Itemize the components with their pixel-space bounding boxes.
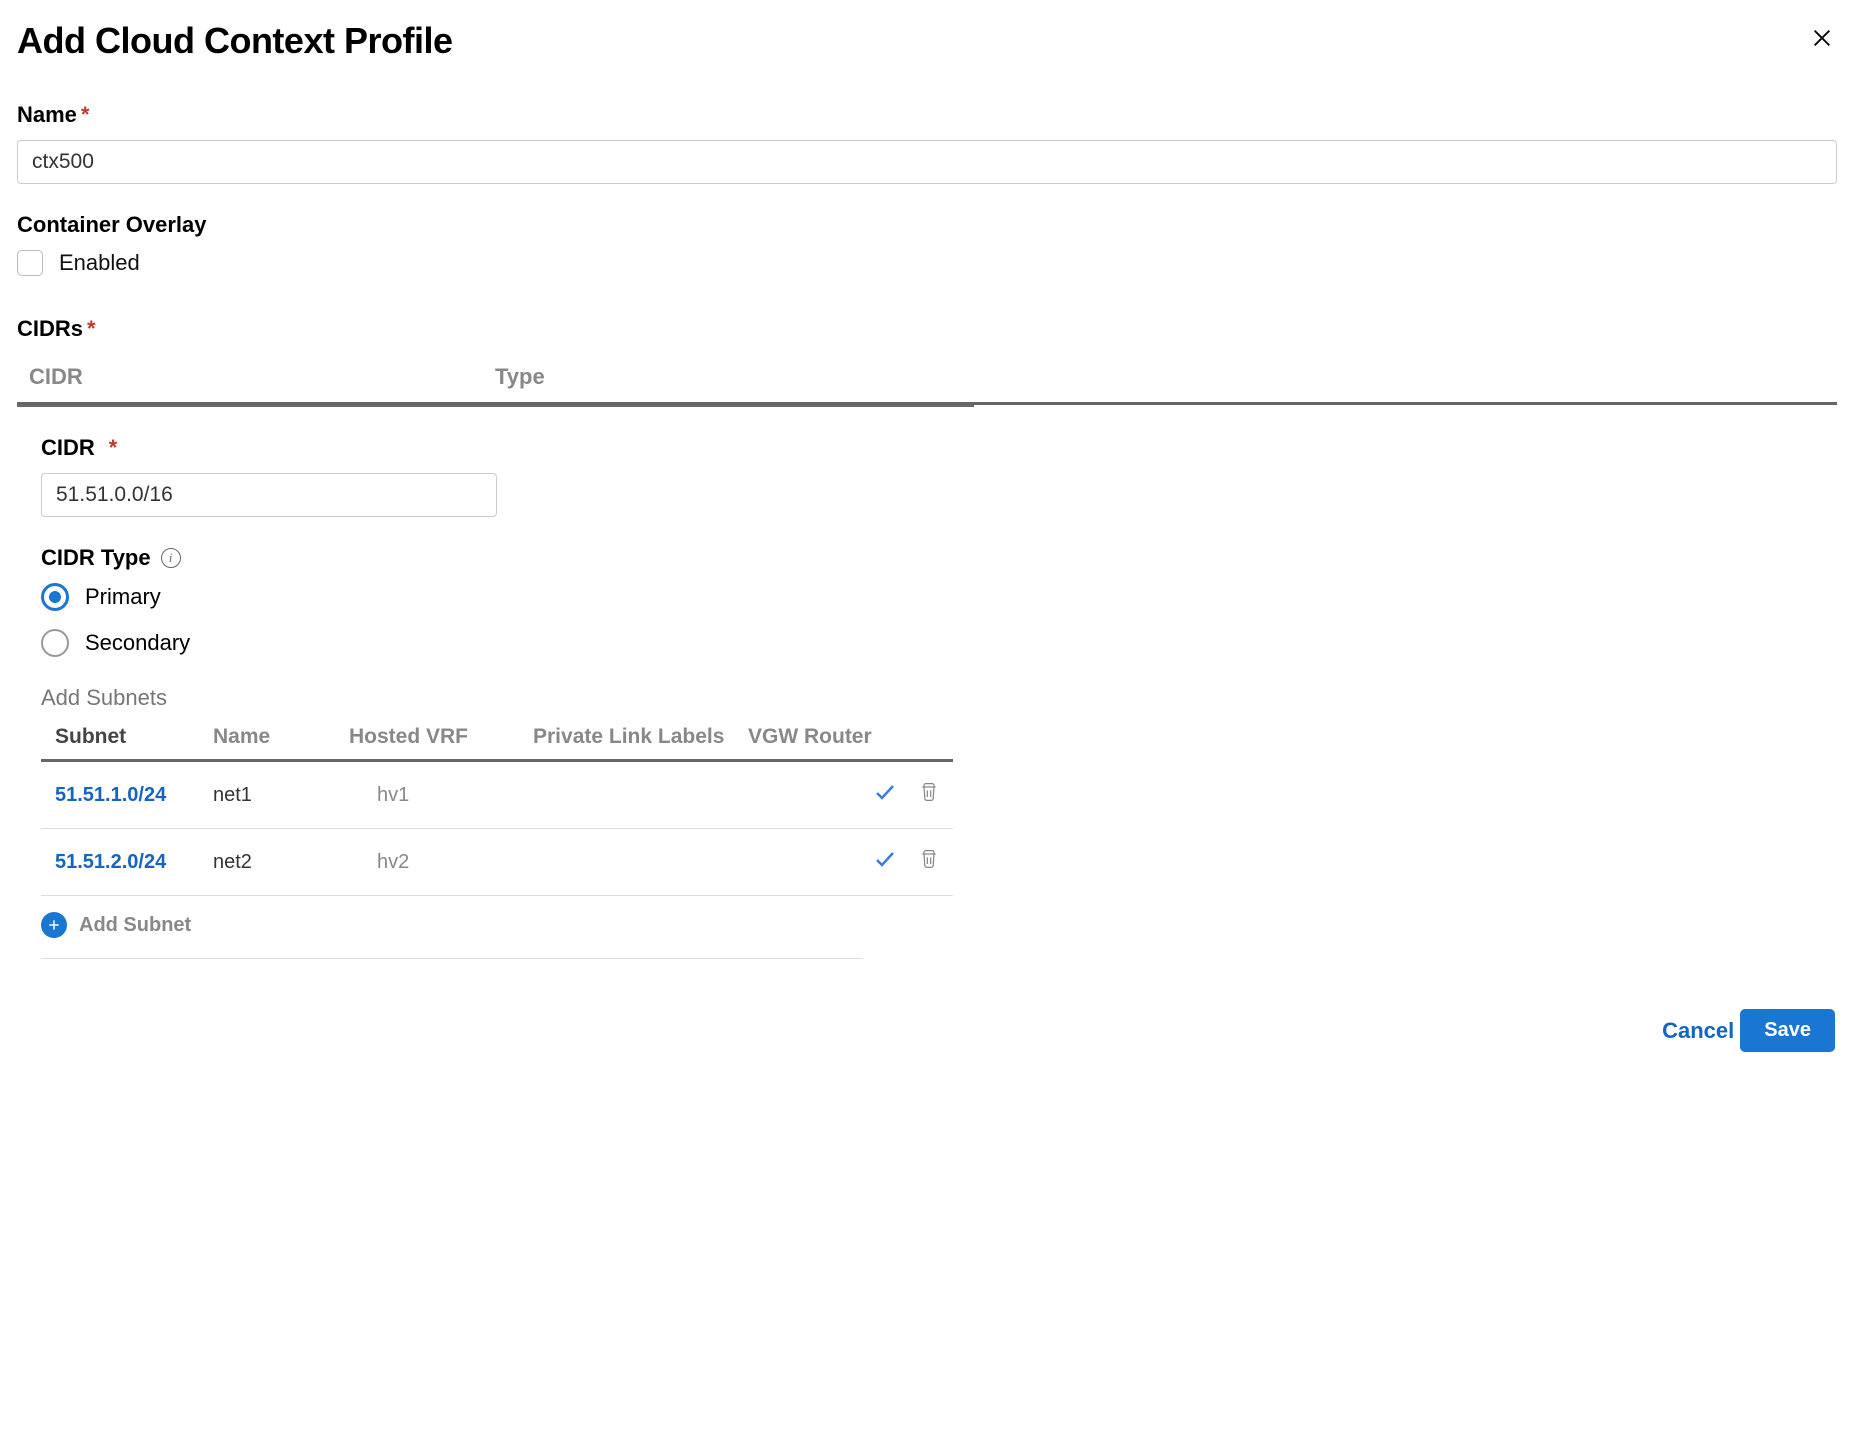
cidr-type-group: CIDR Type i Primary Secondary: [41, 545, 1837, 657]
col-vgw: VGW Router: [748, 725, 939, 749]
name-group: Name*: [17, 102, 1837, 184]
row-actions: [873, 847, 939, 877]
enabled-checkbox[interactable]: [17, 250, 43, 276]
dialog-footer: Cancel Save: [17, 1009, 1837, 1052]
radio-primary-label: Primary: [85, 584, 161, 610]
subnet-name-cell: net1: [213, 784, 349, 807]
subnet-name-cell: net2: [213, 851, 349, 874]
cidr-input[interactable]: [41, 473, 497, 517]
info-icon[interactable]: i: [161, 548, 181, 568]
container-overlay-group: Container Overlay Enabled: [17, 212, 1837, 276]
required-marker: *: [109, 435, 118, 461]
add-subnets-title: Add Subnets: [41, 685, 1837, 711]
cidrs-section: CIDRs* CIDR Type CIDR* CIDR Type i Prima…: [17, 316, 1837, 959]
subnet-vrf-cell: hv1: [349, 784, 533, 807]
cidrs-header-row: CIDR Type: [17, 354, 1837, 405]
cidr-field-label-text: CIDR: [41, 435, 95, 461]
radio-primary[interactable]: [41, 583, 69, 611]
row-actions: [873, 780, 939, 810]
cidr-details: CIDR * CIDR Type i Primary Secondary Add …: [17, 407, 1837, 959]
dialog-header: Add Cloud Context Profile: [17, 20, 1837, 62]
cidr-input-group: CIDR *: [41, 435, 1837, 517]
table-row: 51.51.2.0/24 net2 hv2: [41, 829, 953, 896]
enabled-label: Enabled: [59, 250, 140, 276]
radio-primary-row[interactable]: Primary: [41, 583, 1837, 611]
name-input[interactable]: [17, 140, 1837, 184]
col-cidr: CIDR: [29, 364, 495, 390]
cancel-button[interactable]: Cancel: [1658, 1010, 1738, 1052]
check-icon: [873, 780, 897, 804]
required-marker: *: [87, 316, 96, 341]
subnet-vrf-cell: hv2: [349, 851, 533, 874]
cidrs-label-text: CIDRs: [17, 316, 83, 341]
cidr-field-label: CIDR *: [41, 435, 1837, 461]
save-button[interactable]: Save: [1740, 1009, 1835, 1052]
confirm-button[interactable]: [873, 780, 897, 810]
delete-button[interactable]: [919, 848, 939, 876]
cidr-type-radio-group: Primary Secondary: [41, 583, 1837, 657]
add-subnet-label: Add Subnet: [79, 914, 191, 937]
cidr-type-label-text: CIDR Type: [41, 545, 151, 571]
close-button[interactable]: [1807, 23, 1837, 59]
delete-button[interactable]: [919, 781, 939, 809]
container-overlay-label: Container Overlay: [17, 212, 1837, 238]
subnets-header: Subnet Name Hosted VRF Private Link Labe…: [41, 719, 953, 762]
col-pll: Private Link Labels: [533, 725, 748, 749]
plus-icon: [41, 912, 67, 938]
col-subnet: Subnet: [55, 725, 213, 749]
close-icon: [1811, 27, 1833, 49]
subnet-link[interactable]: 51.51.1.0/24: [55, 784, 213, 807]
trash-icon: [919, 848, 939, 870]
required-marker: *: [81, 102, 90, 127]
name-label: Name*: [17, 102, 1837, 128]
cidrs-label: CIDRs*: [17, 316, 1837, 342]
add-subnet-button[interactable]: Add Subnet: [41, 896, 863, 959]
subnet-link[interactable]: 51.51.2.0/24: [55, 851, 213, 874]
trash-icon: [919, 781, 939, 803]
confirm-button[interactable]: [873, 847, 897, 877]
col-hosted-vrf: Hosted VRF: [349, 725, 533, 749]
cidr-type-label: CIDR Type i: [41, 545, 1837, 571]
radio-secondary-label: Secondary: [85, 630, 190, 656]
page-title: Add Cloud Context Profile: [17, 20, 452, 62]
enabled-checkbox-row[interactable]: Enabled: [17, 250, 1837, 276]
table-row: 51.51.1.0/24 net1 hv1: [41, 762, 953, 829]
col-type: Type: [495, 364, 1825, 390]
name-label-text: Name: [17, 102, 77, 127]
col-subnet-name: Name: [213, 725, 349, 749]
radio-secondary-row[interactable]: Secondary: [41, 629, 1837, 657]
subnets-table: Subnet Name Hosted VRF Private Link Labe…: [41, 719, 953, 896]
check-icon: [873, 847, 897, 871]
radio-secondary[interactable]: [41, 629, 69, 657]
